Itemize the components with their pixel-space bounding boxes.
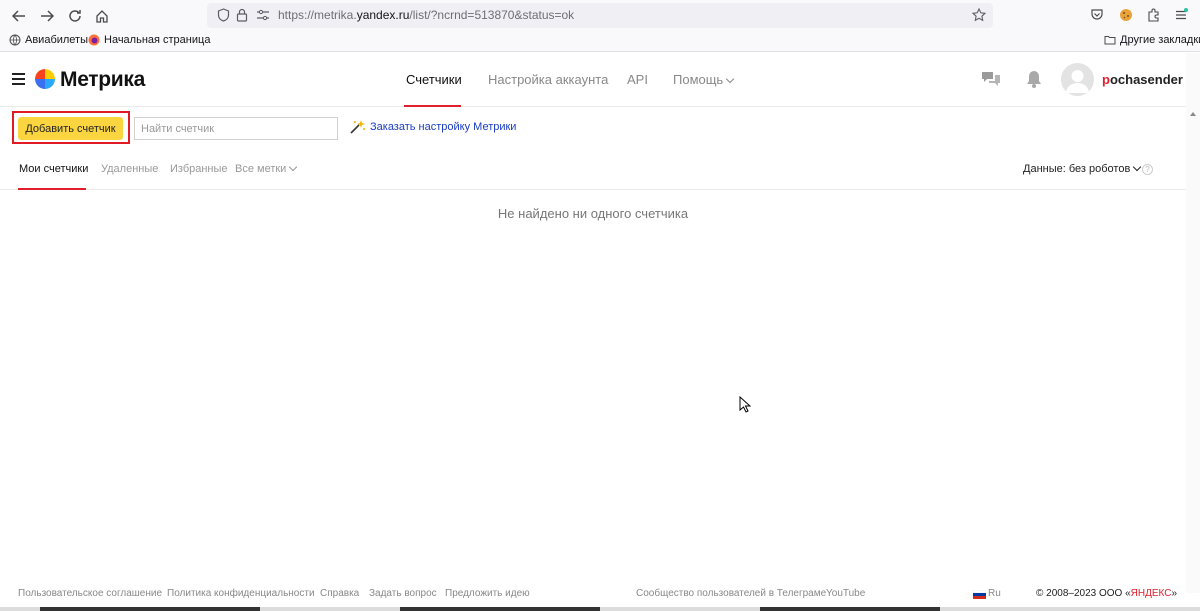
- app-header: Метрика Счетчики Настройка аккаунта API …: [0, 53, 1200, 107]
- chevron-down-icon: [289, 162, 298, 172]
- footer-link-terms[interactable]: Пользовательское соглашение: [18, 588, 162, 599]
- data-filter-dropdown[interactable]: Данные: без роботов: [1023, 162, 1142, 175]
- search-counter-input[interactable]: [134, 117, 338, 140]
- scroll-up-arrow-icon[interactable]: [1189, 109, 1197, 119]
- mouse-cursor-icon: [739, 396, 751, 413]
- bookmark-label: Авиабилеты: [25, 34, 89, 46]
- chevron-down-icon: [725, 74, 735, 84]
- menu-icon[interactable]: [1172, 6, 1190, 24]
- chat-icon[interactable]: [980, 68, 1002, 90]
- url-text[interactable]: https://metrika.yandex.ru/list/?ncrnd=51…: [278, 8, 574, 22]
- tab-my-counters[interactable]: Мои счетчики: [19, 163, 88, 175]
- magic-wand-icon: [350, 120, 365, 134]
- copyright-prefix: © 2008–2023 ООО «: [1036, 588, 1131, 599]
- username-first-letter: p: [1102, 72, 1110, 87]
- back-arrow-icon[interactable]: [8, 5, 30, 27]
- url-host: yandex.ru: [356, 8, 410, 22]
- taskbar-strip: [0, 607, 1200, 611]
- tab-all-labels[interactable]: Все метки: [235, 162, 298, 175]
- folder-icon: [1104, 36, 1116, 45]
- order-setup-label: Заказать настройку Метрики: [370, 121, 517, 133]
- tab-counters[interactable]: Счетчики: [406, 72, 462, 87]
- shield-icon[interactable]: [215, 7, 231, 23]
- footer-link-ask[interactable]: Задать вопрос: [369, 588, 437, 599]
- home-icon[interactable]: [91, 5, 113, 27]
- active-subtab-indicator: [18, 188, 86, 190]
- address-bar[interactable]: https://metrika.yandex.ru/list/?ncrnd=51…: [207, 3, 993, 28]
- bookmark-label: Начальная страница: [104, 34, 211, 46]
- globe-icon: [9, 34, 21, 46]
- avatar[interactable]: [1061, 63, 1094, 96]
- tab-favorites[interactable]: Избранные: [170, 163, 228, 175]
- footer-link-privacy[interactable]: Политика конфиденциальности: [167, 588, 315, 599]
- order-setup-link[interactable]: Заказать настройку Метрики: [349, 119, 516, 135]
- tab-account-settings[interactable]: Настройка аккаунта: [488, 72, 608, 87]
- yandex-brand[interactable]: ЯНДЕКС: [1131, 588, 1172, 599]
- username-rest: ochasender: [1109, 72, 1183, 87]
- footer-link-suggest[interactable]: Предложить идею: [445, 588, 530, 599]
- footer-link-youtube[interactable]: YouTube: [826, 588, 865, 599]
- active-tab-indicator: [404, 105, 461, 107]
- url-prefix: https://metrika.: [278, 8, 357, 22]
- browser-toolbar: https://metrika.yandex.ru/list/?ncrnd=51…: [0, 0, 1200, 31]
- logo-text[interactable]: Метрика: [60, 68, 145, 92]
- firefox-icon: [88, 34, 100, 46]
- scrollbar[interactable]: [1186, 53, 1200, 593]
- all-labels-text: Все метки: [235, 163, 287, 175]
- help-icon[interactable]: ?: [1142, 164, 1153, 175]
- language-switch[interactable]: Ru: [988, 588, 1001, 599]
- pocket-icon[interactable]: [1088, 6, 1106, 24]
- hamburger-menu-icon[interactable]: [12, 73, 25, 86]
- extensions-puzzle-icon[interactable]: [1145, 6, 1163, 24]
- tab-help[interactable]: Помощь: [673, 72, 735, 87]
- add-counter-button[interactable]: Добавить счетчик: [18, 117, 123, 140]
- counter-filter-tabs: Мои счетчики Удаленные Избранные Все мет…: [0, 150, 1186, 190]
- bookmarks-bar: Авиабилеты Начальная страница Другие зак…: [0, 31, 1200, 52]
- footer-link-telegram[interactable]: Сообщество пользователей в Телеграме: [636, 588, 826, 599]
- tab-help-label: Помощь: [673, 72, 724, 87]
- bookmark-star-icon[interactable]: [971, 7, 987, 23]
- other-bookmarks-folder[interactable]: Другие закладки: [1104, 34, 1200, 46]
- empty-state-message: Не найдено ни одного счетчика: [497, 206, 689, 221]
- metrika-logo-icon[interactable]: [35, 69, 55, 89]
- tab-deleted[interactable]: Удаленные: [101, 163, 158, 175]
- data-filter-label: Данные: без роботов: [1023, 163, 1131, 175]
- chevron-down-icon: [1133, 162, 1142, 172]
- russian-flag-icon: [973, 590, 986, 599]
- footer: Пользовательское соглашение Политика кон…: [0, 583, 1200, 607]
- other-bookmarks-label: Другие закладки: [1120, 34, 1200, 46]
- forward-arrow-icon[interactable]: [36, 5, 58, 27]
- bookmark-aviabilety[interactable]: Авиабилеты: [9, 34, 88, 46]
- copyright: © 2008–2023 ООО «ЯНДЕКС»: [1036, 588, 1177, 599]
- tab-api[interactable]: API: [627, 72, 648, 87]
- footer-link-help[interactable]: Справка: [320, 588, 359, 599]
- username[interactable]: pochasender: [1102, 72, 1183, 87]
- copyright-suffix: »: [1171, 588, 1178, 599]
- permissions-icon[interactable]: [255, 7, 271, 23]
- bookmark-start-page[interactable]: Начальная страница: [88, 34, 210, 46]
- url-path: /list/?ncrnd=513870&status=ok: [409, 8, 575, 22]
- notifications-bell-icon[interactable]: [1023, 68, 1045, 90]
- cookie-extension-icon[interactable]: [1117, 6, 1135, 24]
- reload-icon[interactable]: [64, 5, 86, 27]
- lock-icon[interactable]: [234, 7, 250, 23]
